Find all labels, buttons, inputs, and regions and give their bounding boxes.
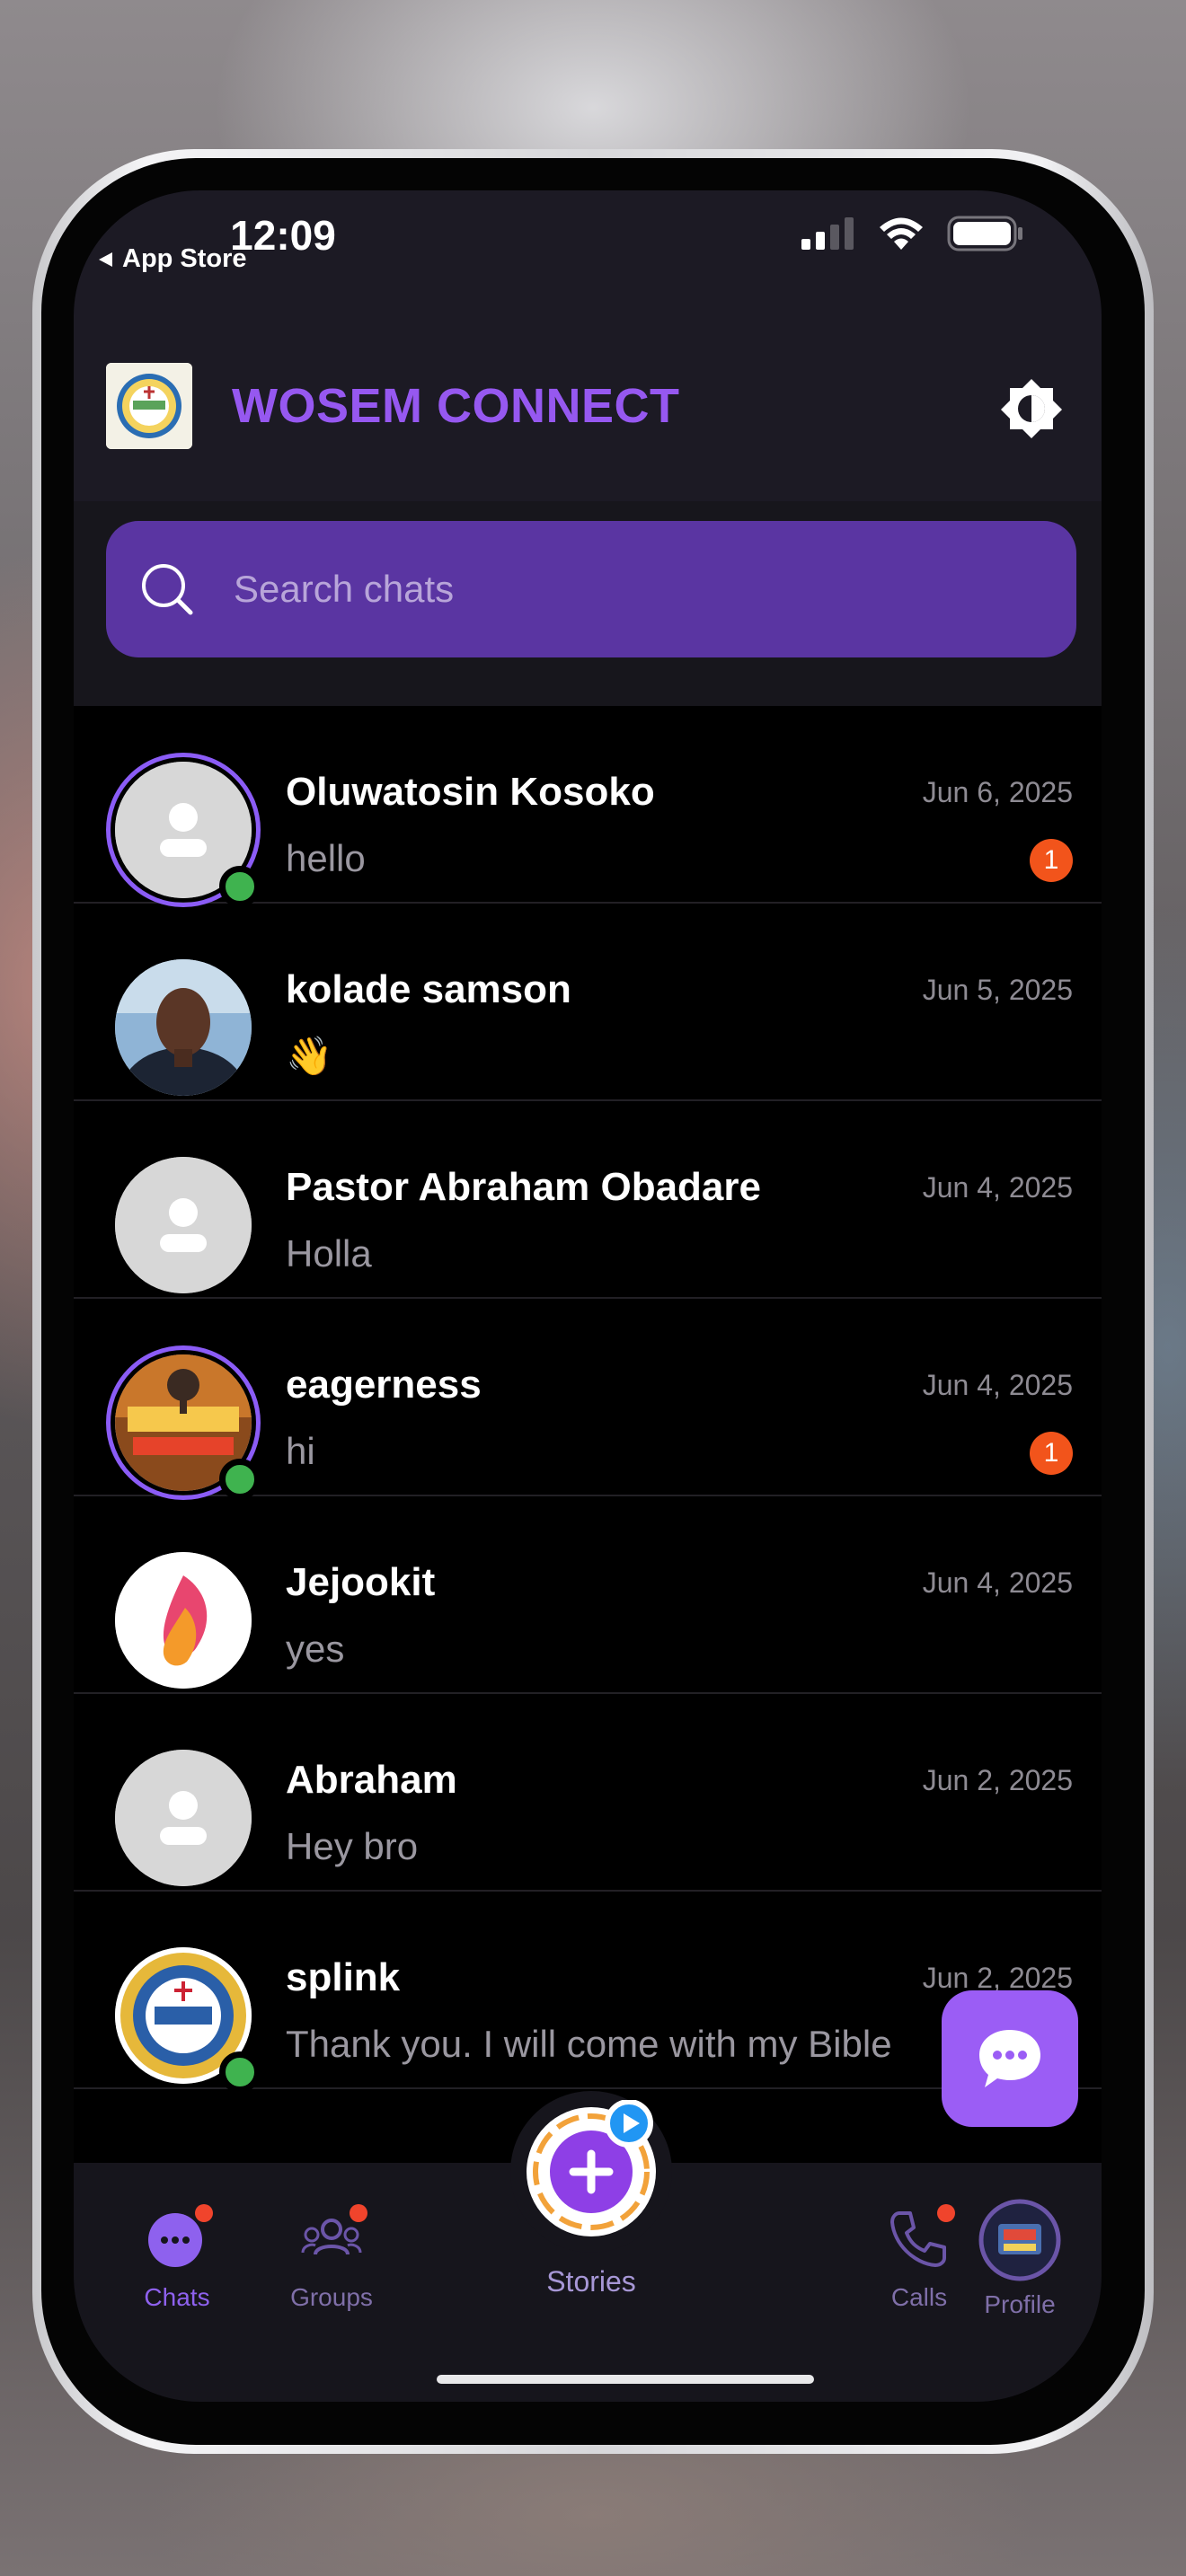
chat-row[interactable]: Abraham Jun 2, 2025 Hey bro xyxy=(74,1694,1102,1892)
phone-frame: 12:09 App Store WOSEM CONNECT Search cha… xyxy=(32,149,1154,2454)
unread-badge: 1 xyxy=(1030,839,1073,882)
nav-chats[interactable]: Chats xyxy=(101,2163,253,2314)
message-preview: hi xyxy=(286,1430,315,1472)
contact-name: kolade samson xyxy=(286,967,571,1011)
message-date: Jun 2, 2025 xyxy=(922,1764,1073,1796)
message-preview: yes xyxy=(286,1628,345,1670)
online-indicator xyxy=(219,866,261,907)
back-triangle-icon xyxy=(99,251,112,267)
message-date: Jun 5, 2025 xyxy=(922,974,1073,1006)
back-to-app-store[interactable]: App Store xyxy=(97,244,247,274)
app-title: WOSEM CONNECT xyxy=(232,379,680,433)
message-date: Jun 6, 2025 xyxy=(922,776,1073,808)
chat-list: Oluwatosin Kosoko Jun 6, 2025 hello 1 ko… xyxy=(74,706,1102,2093)
default-avatar-icon xyxy=(115,1157,252,1293)
flame-logo-avatar xyxy=(115,1552,252,1689)
brightness-icon xyxy=(1001,379,1062,438)
app-header: 12:09 App Store WOSEM CONNECT xyxy=(74,190,1102,501)
contact-name: splink xyxy=(286,1955,401,1999)
add-story-icon xyxy=(527,2099,656,2236)
theme-toggle-button[interactable] xyxy=(999,375,1064,440)
notification-dot xyxy=(195,2204,213,2222)
nav-groups-label: Groups xyxy=(290,2283,373,2311)
search-input[interactable] xyxy=(234,568,1006,611)
app-screen: 12:09 App Store WOSEM CONNECT Search cha… xyxy=(74,190,1102,2402)
contact-name: Oluwatosin Kosoko xyxy=(286,770,655,814)
contact-name: eagerness xyxy=(286,1363,482,1407)
message-preview: Hey bro xyxy=(286,1825,419,1867)
nav-profile[interactable]: Profile xyxy=(943,2163,1096,2321)
nav-groups[interactable]: Groups xyxy=(255,2163,408,2314)
status-icons xyxy=(801,216,1024,251)
message-preview: 👋 xyxy=(286,1035,333,1077)
battery-icon xyxy=(947,216,1022,251)
profile-avatar xyxy=(978,2199,1061,2281)
nav-profile-label: Profile xyxy=(984,2290,1056,2318)
back-app-label: App Store xyxy=(122,244,247,273)
search-area xyxy=(74,501,1102,706)
church-logo xyxy=(106,363,192,449)
search-bar[interactable] xyxy=(106,521,1076,657)
message-preview: hello xyxy=(286,837,366,879)
add-story-button[interactable] xyxy=(519,2099,663,2244)
message-preview: Thank you. I will come with my Bible xyxy=(286,2023,892,2065)
chat-bubble-icon xyxy=(979,2030,1040,2087)
message-date: Jun 4, 2025 xyxy=(922,1369,1073,1401)
home-indicator[interactable] xyxy=(437,2375,814,2384)
chat-row[interactable]: eagerness Jun 4, 2025 hi 1 xyxy=(74,1299,1102,1500)
unread-badge: 1 xyxy=(1030,1432,1073,1475)
chat-row[interactable]: Oluwatosin Kosoko Jun 6, 2025 hello 1 xyxy=(74,706,1102,907)
notification-dot xyxy=(350,2204,367,2222)
contact-name: Jejookit xyxy=(286,1560,436,1604)
message-preview: Holla xyxy=(286,1232,372,1275)
nav-stories-label: Stories xyxy=(546,2265,636,2298)
chat-row[interactable]: Jejookit Jun 4, 2025 yes xyxy=(74,1496,1102,1694)
nav-chats-label: Chats xyxy=(144,2283,210,2311)
default-avatar-icon xyxy=(115,1750,252,1886)
contact-name: Abraham xyxy=(286,1758,457,1802)
message-date: Jun 4, 2025 xyxy=(922,1171,1073,1204)
chat-row[interactable]: Pastor Abraham Obadare Jun 4, 2025 Holla xyxy=(74,1101,1102,1299)
profile-photo xyxy=(115,959,252,1096)
wifi-icon xyxy=(880,217,923,250)
search-icon xyxy=(142,564,193,615)
cellular-signal-icon xyxy=(801,217,854,250)
contact-name: Pastor Abraham Obadare xyxy=(286,1165,761,1209)
online-indicator xyxy=(219,2051,261,2093)
message-date: Jun 4, 2025 xyxy=(922,1566,1073,1599)
new-chat-button[interactable] xyxy=(942,1990,1078,2127)
chat-row[interactable]: kolade samson Jun 5, 2025 👋 xyxy=(74,904,1102,1101)
online-indicator xyxy=(219,1459,261,1500)
